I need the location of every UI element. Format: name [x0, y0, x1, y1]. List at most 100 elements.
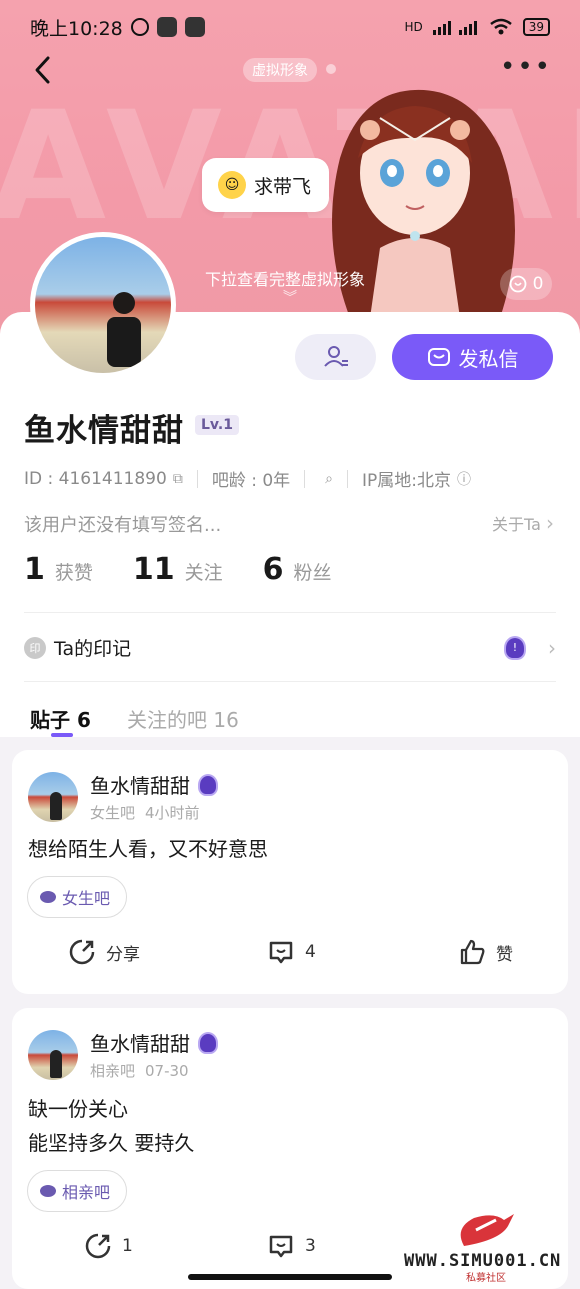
- stat-number: 1: [24, 552, 45, 587]
- post-line: 能坚持多久 要持久: [28, 1131, 195, 1155]
- post-actions: 分享 4 赞: [12, 938, 568, 978]
- app-notification-icon-2: [184, 17, 205, 37]
- comment-count: 3: [305, 1236, 316, 1256]
- about-link[interactable]: 关于Ta ›: [492, 511, 554, 535]
- share-icon: [85, 1233, 111, 1259]
- share-label: 分享: [106, 944, 140, 965]
- tab-followed-count: 16: [213, 708, 239, 732]
- comment-count: 4: [305, 942, 316, 962]
- stat-following[interactable]: 11 关注: [133, 552, 223, 587]
- avatar-like-button[interactable]: 0: [500, 268, 552, 300]
- post-forum: 女生吧: [90, 804, 136, 822]
- status-bubble[interactable]: ☺ 求带飞: [202, 158, 329, 212]
- forum-chip[interactable]: 女生吧: [27, 876, 128, 918]
- stat-number: 11: [132, 552, 175, 587]
- avatar-person: [107, 292, 141, 367]
- post-content[interactable]: 想给陌生人看，又不好意思: [28, 832, 268, 866]
- stat-fans[interactable]: 6 粉丝: [263, 552, 332, 587]
- about-label: 关于Ta: [491, 515, 541, 534]
- comment-icon: [269, 941, 293, 964]
- hd-icon: HD: [404, 20, 423, 34]
- post-author-name: 鱼水情甜甜: [90, 1032, 190, 1056]
- watermark-text: WWW.SIMU001.CN: [404, 1251, 562, 1271]
- follow-button[interactable]: [295, 334, 376, 380]
- profile-meta: ID : 4161411890 ⧉ 吧龄 : 0年 ⌕ IP属地:北京 ⓘ: [24, 466, 471, 492]
- watermark-subtext: 私募社区: [466, 1273, 506, 1284]
- chevron-right-icon: ›: [548, 635, 556, 660]
- forum-chip[interactable]: 相亲吧: [27, 1170, 128, 1212]
- mark-icon: 印: [24, 636, 46, 659]
- heart-icon: [509, 275, 526, 293]
- home-indicator[interactable]: [188, 1274, 392, 1280]
- post-author-avatar[interactable]: [28, 1030, 78, 1080]
- planet-icon: [40, 891, 56, 903]
- search-icon[interactable]: ⌕: [325, 471, 333, 487]
- help-icon[interactable]: ⓘ: [457, 469, 471, 489]
- user-id: ID : 4161411890: [24, 468, 167, 489]
- tab-posts[interactable]: 贴子 6: [30, 704, 91, 733]
- ta-marks-row[interactable]: 印 Ta的印记 ! ›: [24, 634, 556, 661]
- section-divider: [24, 612, 556, 613]
- more-options-icon[interactable]: •••: [500, 54, 552, 80]
- tag-dot: [326, 64, 336, 74]
- tab-followed-forums[interactable]: 关注的吧 16: [127, 704, 239, 733]
- comment-icon: [269, 1235, 293, 1258]
- profile-stats: 1 获赞 11 关注 6 粉丝: [24, 552, 372, 587]
- post-author[interactable]: 鱼水情甜甜: [90, 1028, 218, 1057]
- chevron-right-icon: ›: [546, 511, 554, 535]
- back-arrow-icon[interactable]: [30, 54, 58, 86]
- profile-tabs: 贴子 6 关注的吧 16: [0, 700, 580, 740]
- tab-posts-count: 6: [76, 708, 91, 732]
- post-author-avatar[interactable]: [28, 772, 78, 822]
- share-button[interactable]: 1: [84, 1232, 133, 1260]
- stat-likes[interactable]: 1 获赞: [24, 552, 93, 587]
- forum-chip-label: 女生吧: [62, 889, 111, 908]
- level-badge[interactable]: Lv.1: [195, 415, 239, 435]
- post-author[interactable]: 鱼水情甜甜: [90, 770, 218, 799]
- share-count: 1: [122, 1236, 133, 1256]
- tab-posts-label: 贴子: [30, 708, 70, 732]
- status-time: 晚上10:28: [30, 17, 123, 40]
- profile-name: 鱼水情甜甜: [24, 413, 184, 449]
- thumbs-up-icon: [460, 939, 485, 965]
- bubble-text: 求带飞: [254, 175, 312, 198]
- signal-icon: [432, 21, 477, 35]
- active-tab-indicator: [51, 733, 73, 737]
- comment-button[interactable]: 3: [267, 1232, 316, 1260]
- badge-icon: [198, 773, 218, 796]
- comment-button[interactable]: 4: [267, 938, 316, 966]
- post-time: 07-30: [145, 1062, 189, 1080]
- post-time: 4小时前: [145, 804, 200, 822]
- badge-icon: [198, 1031, 218, 1054]
- tab-followed-label: 关注的吧: [127, 708, 207, 732]
- signature: 该用户还没有填写签名...: [24, 515, 222, 536]
- watermark-logo: [460, 1214, 514, 1246]
- post-forum: 相亲吧: [90, 1062, 136, 1080]
- mark-label: Ta的印记: [54, 638, 132, 660]
- post-line: 想给陌生人看，又不好意思: [28, 837, 268, 861]
- post-line: 缺一份关心: [28, 1097, 128, 1121]
- section-divider: [24, 681, 556, 682]
- like-button[interactable]: 赞: [458, 938, 513, 966]
- post-meta: 相亲吧 07-30: [90, 1060, 199, 1081]
- post-meta: 女生吧 4小时前: [90, 802, 210, 823]
- share-button[interactable]: 分享: [68, 938, 140, 966]
- post-content[interactable]: 缺一份关心 能坚持多久 要持久: [28, 1092, 194, 1160]
- chevron-down-icon: ︾: [283, 290, 297, 306]
- copy-icon[interactable]: ⧉: [173, 471, 183, 487]
- laughing-emoji-icon: ☺: [218, 171, 246, 199]
- stat-number: 6: [262, 552, 284, 587]
- ip-location: IP属地:北京: [362, 471, 452, 491]
- stat-label: 获赞: [54, 562, 93, 584]
- send-message-label: 发私信: [458, 346, 519, 371]
- wifi-icon: [489, 18, 512, 35]
- status-bar: 晚上10:28 HD 39: [0, 0, 580, 54]
- planet-icon: [40, 1185, 56, 1197]
- app-notification-icon: [156, 17, 177, 37]
- forum-age: 吧龄 : 0年: [211, 471, 291, 491]
- send-message-button[interactable]: 发私信: [392, 334, 553, 380]
- profile-avatar[interactable]: [30, 232, 176, 378]
- meta-divider: [304, 469, 306, 488]
- post-card[interactable]: 鱼水情甜甜 女生吧 4小时前 想给陌生人看，又不好意思 女生吧 分享 4 赞: [12, 750, 568, 994]
- alarm-icon: [130, 18, 149, 36]
